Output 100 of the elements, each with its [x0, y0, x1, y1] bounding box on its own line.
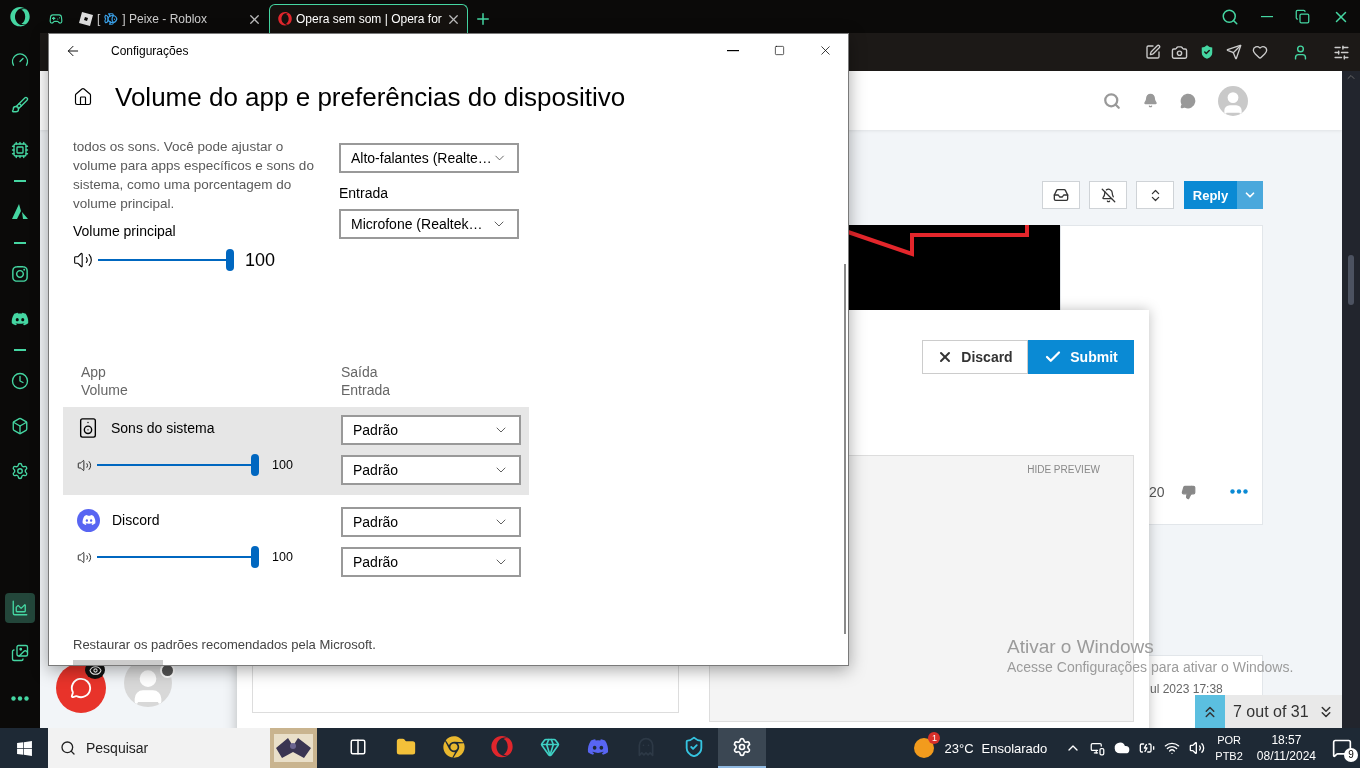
dropdown[interactable]: Microfone (Realtek… [339, 209, 519, 239]
taskbar-app[interactable] [718, 728, 766, 768]
dropdown[interactable]: Padrão [341, 547, 521, 577]
heart-icon[interactable] [1252, 44, 1268, 60]
page-heading: Volume do app e preferências do dispositivo [115, 81, 626, 113]
notifications-button[interactable]: 9 [1324, 728, 1360, 768]
camera-logo-icon [11, 265, 29, 283]
send-icon[interactable] [1226, 44, 1242, 60]
chat-app-logo-icon [77, 508, 100, 532]
clock-icon [11, 372, 29, 390]
tilted-square-logo-icon [79, 12, 93, 26]
browser-logo-icon[interactable] [10, 6, 30, 27]
volume-icon[interactable] [1189, 740, 1206, 756]
dropdown[interactable]: Alto-falantes (Realte… [339, 143, 519, 173]
column-header: Saída [341, 363, 379, 381]
tab-title: [ [97, 12, 101, 26]
sidebar-item[interactable] [5, 593, 35, 623]
column-header: Entrada [341, 381, 392, 399]
more-icon[interactable] [1229, 489, 1248, 494]
clock[interactable]: 18:57 08/11/2024 [1256, 732, 1316, 764]
app-name: Sons do sistema [111, 420, 215, 436]
new-tab-icon[interactable] [474, 10, 492, 28]
windows-logo-icon [15, 739, 33, 757]
text-area[interactable] [252, 665, 679, 713]
slider-thumb[interactable] [251, 454, 259, 476]
mute-button[interactable] [1089, 181, 1127, 209]
bell-icon[interactable] [1143, 93, 1158, 108]
speaker-icon [77, 417, 99, 439]
search-icon[interactable] [1221, 7, 1239, 26]
browser-logo-icon [491, 736, 513, 758]
thumbs-down-icon[interactable] [1180, 485, 1196, 500]
wifi-icon[interactable] [1164, 740, 1181, 756]
speaker-icon[interactable] [73, 250, 93, 270]
browser-tab[interactable]: Opera sem som | Opera for [269, 4, 468, 33]
camera-icon[interactable] [1171, 43, 1188, 61]
maximize-icon [773, 45, 785, 56]
activation-text: Acesse Configurações para ativar o Windows. [1007, 659, 1294, 675]
chat-icon [70, 677, 92, 699]
reset-link[interactable]: Restaurar os padrões recomendados pela Microsoft. [73, 637, 848, 652]
vote-count: 20 [1149, 484, 1165, 500]
speaker-icon[interactable] [77, 457, 92, 473]
dropdown[interactable]: Padrão [341, 455, 521, 485]
cloud-icon[interactable] [1114, 740, 1131, 756]
volume-reading: 100 [272, 550, 293, 564]
temperature: 23°C [944, 740, 974, 756]
post-position: 7 out of 31 [1232, 702, 1310, 722]
shield-icon[interactable] [1198, 43, 1216, 61]
app-name: Discord [112, 512, 160, 528]
browser-tab[interactable]: [ ] Peixe - Roblox [70, 4, 269, 33]
search-icon [60, 740, 76, 756]
shield-icon [683, 736, 705, 758]
tab-title: ] Peixe - Roblox [122, 12, 209, 26]
gem-icon [540, 737, 560, 757]
settings-icon [11, 462, 29, 480]
home-icon[interactable] [73, 87, 93, 107]
app-row[interactable]: Sons do sistema 100 Padrão Padrão [63, 407, 529, 495]
submit-button[interactable]: Submit [1028, 340, 1134, 374]
browser-logo-icon [443, 736, 465, 758]
speaker-icon[interactable] [77, 549, 92, 565]
edit-icon[interactable] [1145, 44, 1161, 60]
chat-logo-icon [11, 310, 29, 328]
language-indicator[interactable]: POR PTB2 [1215, 732, 1243, 764]
column-header: Volume [81, 381, 129, 399]
activation-title: Ativar o Windows [1007, 636, 1155, 657]
settings-icon [732, 737, 752, 757]
window-title: Configurações [111, 43, 189, 58]
scroll-thumb[interactable] [1348, 255, 1354, 305]
settings-icon[interactable] [1333, 43, 1350, 61]
app-row[interactable]: Discord 100 Padrão Padrão [63, 499, 529, 587]
chip-icon [11, 141, 29, 159]
battery-icon[interactable] [1139, 740, 1156, 756]
minimize-icon[interactable] [1261, 15, 1273, 18]
game-controller-icon [49, 11, 63, 27]
previous-button[interactable] [1195, 695, 1225, 728]
chat-icon[interactable] [1180, 92, 1196, 109]
notification-count: 9 [1344, 748, 1358, 762]
description: todos os sons. Você pode ajustar o volume para apps específicos e sons do sistema, como uma porcentagem do volume principal. [73, 138, 315, 213]
reply-button[interactable]: Reply [1184, 181, 1237, 209]
inbox-button[interactable] [1042, 181, 1080, 209]
restore-icon[interactable] [1295, 9, 1310, 24]
slider-thumb[interactable] [226, 249, 234, 271]
browser-logo-icon [278, 12, 292, 26]
tab-title: Opera sem som | Opera for [296, 12, 442, 26]
slider-thumb[interactable] [251, 546, 259, 568]
search-field[interactable]: Pesquisar [48, 728, 270, 768]
volume-reading: 100 [272, 458, 293, 472]
notification-icon [1332, 738, 1352, 758]
area-chart-icon [11, 599, 29, 617]
dropdown[interactable]: Padrão [341, 507, 521, 537]
field-label: Volume principal [73, 223, 177, 239]
discard-button[interactable]: Discard [922, 340, 1028, 374]
image-icon [11, 644, 29, 662]
profile-icon[interactable] [1292, 43, 1309, 61]
device-icon[interactable] [1090, 740, 1106, 756]
field-label: Entrada [339, 185, 390, 201]
weather-text: Ensolarado [981, 740, 1048, 756]
triangle-logo-icon [11, 203, 29, 221]
dropdown[interactable]: Padrão [341, 415, 521, 445]
search-placeholder: Pesquisar [86, 740, 149, 756]
more-icon [11, 695, 29, 701]
